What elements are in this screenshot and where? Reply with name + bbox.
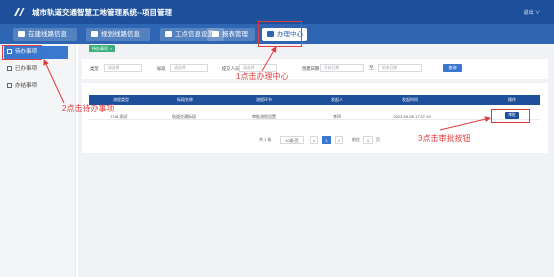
annotation-step1: 1点击办理中心	[236, 72, 289, 81]
annotation-step2: 2点击待办事项	[62, 104, 115, 113]
annotation-step3: 3点击审批按钮	[418, 134, 471, 143]
annotation-arrows	[43, 46, 491, 131]
